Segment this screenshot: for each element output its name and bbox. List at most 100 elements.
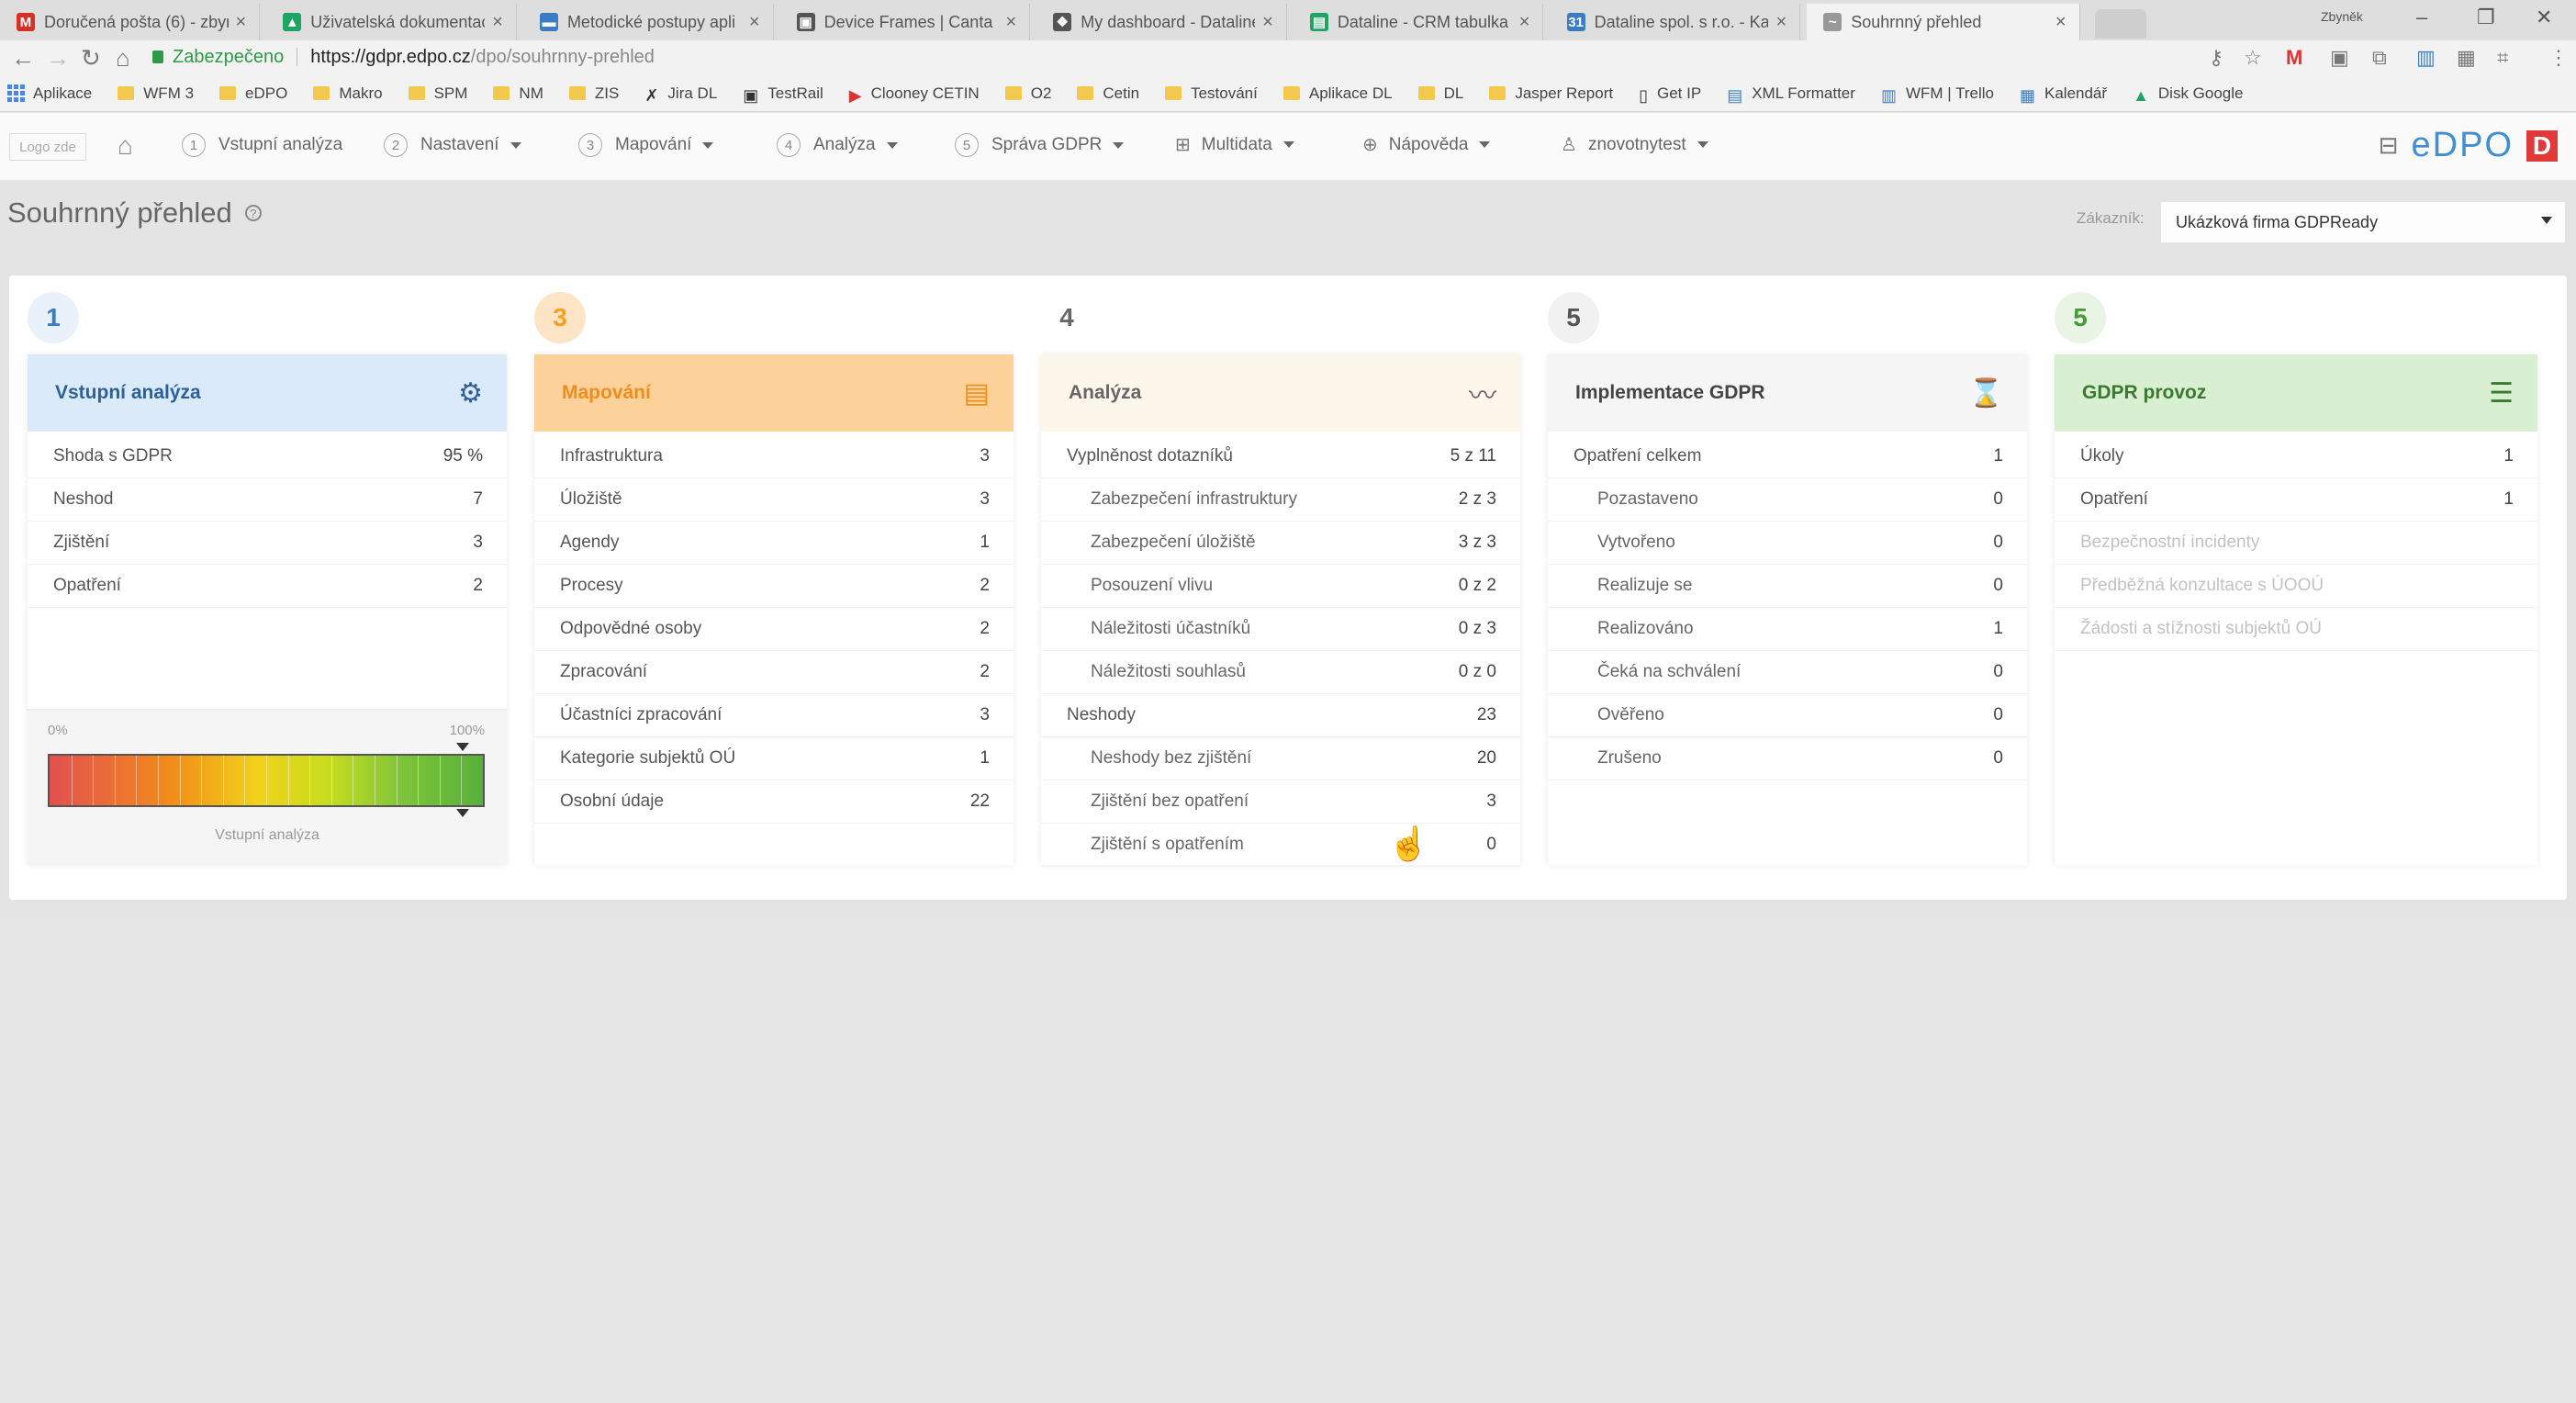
bookmark-item[interactable]: eDPO <box>219 84 287 103</box>
close-tab-icon[interactable]: × <box>749 12 760 33</box>
profile-name[interactable]: Zbyněk <box>2321 9 2363 24</box>
bookmark-item[interactable]: WFM 3 <box>118 84 194 103</box>
card-row[interactable]: Žádosti a stížnosti subjektů OÚ <box>2055 608 2537 651</box>
bookmark-item[interactable]: ▣ TestRail <box>743 84 823 106</box>
nav-item[interactable]: ⊞ Multidata <box>1175 133 1294 156</box>
reload-icon[interactable]: ↻ <box>81 44 101 73</box>
extension-icon[interactable]: ⧉ <box>2372 46 2387 70</box>
browser-tab[interactable]: ▣ Device Frames | Canta × <box>780 4 1031 40</box>
bookmark-item[interactable]: ▯ Get IP <box>1639 84 1701 106</box>
extension-icon[interactable]: ▦ <box>2457 46 2476 70</box>
nav-item[interactable]: 4 Analýza <box>777 133 898 157</box>
card-row[interactable]: Neshody 23 <box>1041 694 1520 737</box>
card-row[interactable]: Posouzení vlivu 0 z 2 <box>1041 565 1520 608</box>
bookmark-item[interactable]: Aplikace <box>7 84 92 103</box>
back-icon[interactable]: ← <box>11 44 35 73</box>
card-header[interactable]: Mapování ▤ <box>534 354 1014 432</box>
home-icon[interactable]: ⌂ <box>118 131 133 161</box>
bookmark-item[interactable]: Cetin <box>1077 84 1139 103</box>
browser-tab[interactable]: ▤ Dataline - CRM tabulka × <box>1294 4 1544 40</box>
close-tab-icon[interactable]: × <box>2055 12 2066 33</box>
bookmark-item[interactable]: SPM <box>408 84 467 103</box>
browser-tab[interactable]: ▲ Uživatelská dokumentace × <box>266 4 517 40</box>
card-row[interactable]: Realizováno 1 <box>1548 608 2027 651</box>
bookmark-item[interactable]: ▦ Kalendář <box>2020 84 2107 106</box>
bookmark-item[interactable]: Jasper Report <box>1489 84 1613 103</box>
menu-icon[interactable]: ⋮ <box>2548 46 2569 70</box>
card-row[interactable]: Náležitosti souhlasů 0 z 0 <box>1041 651 1520 694</box>
browser-tab[interactable]: ▬ Metodické postupy apli × <box>523 4 774 40</box>
extension-icon[interactable]: ▣ <box>2330 46 2349 70</box>
card-row[interactable]: Ověřeno 0 <box>1548 694 2027 737</box>
home-browser-icon[interactable]: ⌂ <box>116 44 130 73</box>
card-row[interactable]: Účastníci zpracování 3 <box>534 694 1014 737</box>
card-row[interactable]: Zrušeno 0 <box>1548 737 2027 780</box>
maximize-icon[interactable]: ❐ <box>2477 6 2495 29</box>
card-header[interactable]: Vstupní analýza ⚙ <box>28 354 507 432</box>
bookmark-item[interactable]: O2 <box>1004 84 1051 103</box>
card-header[interactable]: Implementace GDPR ⌛ <box>1548 354 2027 432</box>
card-row[interactable]: Úkoly 1 <box>2055 435 2537 478</box>
card-row[interactable]: Zpracování 2 <box>534 651 1014 694</box>
close-tab-icon[interactable]: × <box>492 12 503 33</box>
new-tab-button[interactable] <box>2095 9 2146 39</box>
logo-placeholder[interactable]: Logo zde <box>9 133 86 161</box>
card-row[interactable]: Předběžná konzultace s ÚOOÚ <box>2055 565 2537 608</box>
key-icon[interactable]: ⚷ <box>2209 46 2223 70</box>
card-header[interactable]: GDPR provoz ☰ <box>2055 354 2537 432</box>
nav-item[interactable]: 5 Správa GDPR <box>955 133 1125 157</box>
bookmark-item[interactable]: Makro <box>313 84 383 103</box>
card-header[interactable]: Analýza 〰 <box>1041 354 1520 432</box>
card-row[interactable]: Agendy 1 <box>534 522 1014 565</box>
bookmark-item[interactable]: NM <box>493 84 543 103</box>
card-row[interactable]: Vyplněnost dotazníků 5 z 11 <box>1041 435 1520 478</box>
card-row[interactable]: Neshod 7 <box>28 478 507 522</box>
bookmark-item[interactable]: ZIS <box>568 84 619 103</box>
cast-icon[interactable]: ⌗ <box>2497 46 2508 70</box>
forward-icon[interactable]: → <box>46 44 70 73</box>
browser-tab[interactable]: ~ Souhrnný přehled × <box>1807 4 2080 40</box>
bookmark-item[interactable]: ▤ XML Formatter <box>1727 84 1855 106</box>
bookmark-item[interactable]: ✗ Jira DL <box>644 84 717 106</box>
browser-tab[interactable]: ❖ My dashboard - Dataline × <box>1036 4 1287 40</box>
card-row[interactable]: Pozastaveno 0 <box>1548 478 2027 522</box>
bookmark-item[interactable]: ▲ Disk Google <box>2133 84 2243 106</box>
minimize-icon[interactable]: – <box>2416 6 2427 29</box>
nav-item[interactable]: ♙ znovotnytest <box>1561 133 1708 156</box>
card-row[interactable]: Zabezpečení infrastruktury 2 z 3 <box>1041 478 1520 522</box>
trello-extension-icon[interactable]: ▥ <box>2416 46 2436 70</box>
gmail-extension-icon[interactable]: M <box>2286 46 2313 69</box>
card-row[interactable]: Zabezpečení úložiště 3 z 3 <box>1041 522 1520 565</box>
card-row[interactable]: Kategorie subjektů OÚ 1 <box>534 737 1014 780</box>
bookmark-item[interactable]: ▥ WFM | Trello <box>1881 84 1994 106</box>
browser-tab[interactable]: M Doručená pošta (6) - zbyn × <box>0 4 261 40</box>
close-window-icon[interactable]: ✕ <box>2536 6 2552 29</box>
card-row[interactable]: Odpovědné osoby 2 <box>534 608 1014 651</box>
browser-tab[interactable]: 31 Dataline spol. s r.o. - Ka × <box>1551 4 1801 40</box>
bookmark-item[interactable]: Testování <box>1165 84 1258 103</box>
bookmark-item[interactable]: DL <box>1417 84 1463 103</box>
card-row[interactable]: Bezpečnostní incidenty <box>2055 522 2537 565</box>
layout-icon[interactable]: ⊟ <box>2379 131 2399 160</box>
card-row[interactable]: Neshody bez zjištění 20 <box>1041 737 1520 780</box>
card-row[interactable]: Zjištění 3 <box>28 522 507 565</box>
customer-select[interactable]: Ukázková firma GDPReady <box>2161 202 2565 242</box>
star-icon[interactable]: ☆ <box>2244 46 2262 70</box>
nav-item[interactable]: 1 Vstupní analýza <box>182 133 342 157</box>
card-row[interactable]: Procesy 2 <box>534 565 1014 608</box>
card-row[interactable]: Shoda s GDPR 95 % <box>28 435 507 478</box>
card-row[interactable]: Realizuje se 0 <box>1548 565 2027 608</box>
close-tab-icon[interactable]: × <box>236 12 247 33</box>
card-row[interactable]: Čeká na schválení 0 <box>1548 651 2027 694</box>
card-row[interactable]: Vytvořeno 0 <box>1548 522 2027 565</box>
card-row[interactable]: Zjištění s opatřením 0 <box>1041 824 1520 867</box>
nav-item[interactable]: 2 Nastavení <box>384 133 521 157</box>
card-row[interactable]: Opatření celkem 1 <box>1548 435 2027 478</box>
bookmark-item[interactable]: ▶ Clooney CETIN <box>849 84 980 106</box>
close-tab-icon[interactable]: × <box>1262 12 1273 33</box>
url-bar[interactable]: Zabezpečeno https://gdpr.edpo.cz/dpo/sou… <box>152 42 2264 72</box>
bookmark-item[interactable]: Aplikace DL <box>1282 84 1393 103</box>
close-tab-icon[interactable]: × <box>1005 12 1016 33</box>
help-icon[interactable]: ? <box>244 205 262 221</box>
card-row[interactable]: Opatření 1 <box>2055 478 2537 522</box>
